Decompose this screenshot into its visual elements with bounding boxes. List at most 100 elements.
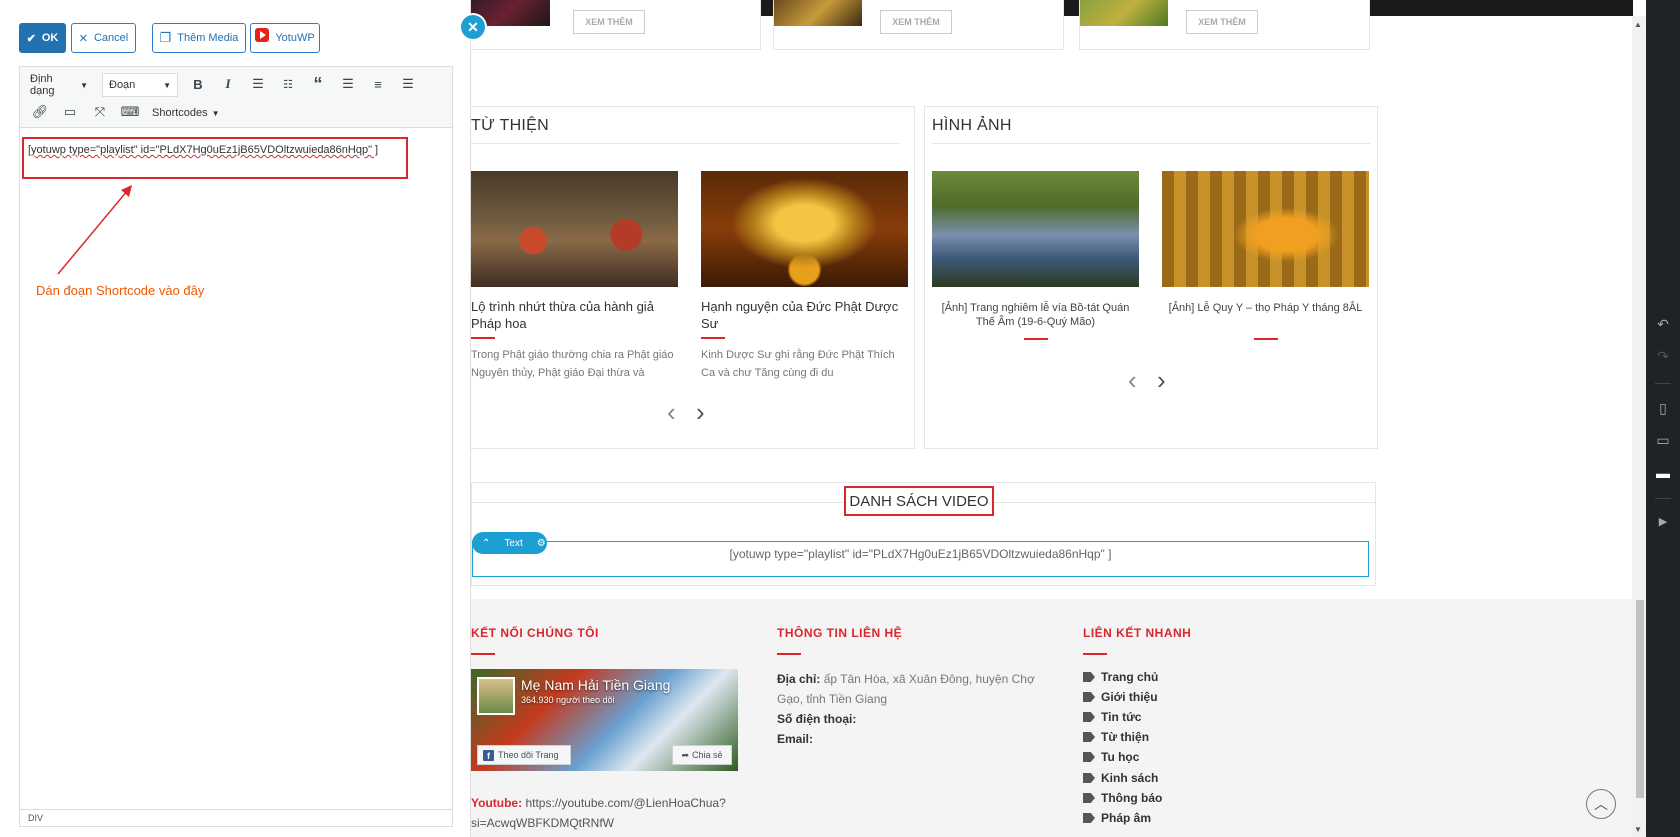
shortcodes-dropdown[interactable]: Shortcodes ▼ (146, 101, 222, 125)
scroll-up-icon[interactable]: ▲ (1634, 20, 1642, 29)
mobile-view-icon[interactable]: ▯ (1646, 400, 1680, 417)
footer-divider (777, 653, 801, 655)
post-divider (1024, 338, 1048, 340)
quick-link[interactable]: Pháp âm (1083, 811, 1151, 825)
facebook-page-card[interactable]: Mẹ Nam Hải Tiền Giang 364.930 người theo… (471, 669, 738, 771)
post-thumbnail[interactable] (471, 171, 678, 287)
quick-link[interactable]: Giới thiệu (1083, 690, 1158, 704)
footer-divider (471, 653, 495, 655)
preview-play-icon[interactable]: ▶ (1646, 515, 1680, 528)
post-thumbnail[interactable] (701, 171, 908, 287)
read-more-button[interactable]: XEM THÊM (1186, 10, 1258, 34)
editor-content-text[interactable]: [yotuwp type="playlist" id="PLdX7Hg0uEz1… (28, 144, 378, 156)
gallery-title[interactable]: [Ảnh] Trang nghiêm lễ vía Bồ-tát Quán Th… (932, 301, 1139, 329)
caret-down-icon: ▼ (80, 80, 88, 90)
format-dropdown[interactable]: Định dạng ▼ (24, 73, 94, 97)
facebook-followers: 364.930 người theo dõi (521, 695, 615, 705)
close-panel-button[interactable]: ✕ (461, 15, 485, 39)
tag-icon (1083, 752, 1095, 762)
scroll-down-icon[interactable]: ▼ (1634, 825, 1642, 834)
close-icon: ✕ (467, 18, 479, 35)
read-more-button[interactable]: XEM THÊM (573, 10, 645, 34)
text-widget-handle[interactable]: ⌃ Text ⚙ (472, 532, 547, 554)
text-widget-content[interactable]: [yotuwp type="playlist" id="PLdX7Hg0uEz1… (472, 547, 1369, 561)
cancel-button[interactable]: ✕ Cancel (71, 23, 136, 53)
caret-down-icon: ▼ (211, 108, 220, 118)
post-title[interactable]: Hạnh nguyện của Đức Phật Dược Sư (701, 298, 908, 332)
footer-connect-heading: KẾT NỐI CHÚNG TÔI (471, 626, 599, 640)
tablet-view-icon[interactable]: ▭ (1646, 432, 1680, 449)
annotation-arrow (57, 185, 132, 275)
tag-icon (1083, 813, 1095, 823)
post-divider (471, 337, 495, 339)
contact-email: Email: (777, 732, 814, 746)
align-right-icon[interactable]: ☰ (397, 73, 419, 95)
chevron-up-icon: ︿ (1594, 796, 1608, 812)
editor-status-path: DIV (19, 809, 453, 827)
quick-link[interactable]: Kinh sách (1083, 771, 1158, 785)
scroll-to-top-button[interactable]: ︿ (1586, 789, 1616, 819)
top-card-1: XEM THÊM (471, 0, 761, 50)
chevron-up-icon[interactable]: ⌃ (482, 538, 490, 549)
quick-link[interactable]: Trang chủ (1083, 670, 1158, 684)
prev-arrow-icon[interactable]: ‹ (1128, 367, 1137, 393)
gallery-title[interactable]: [Ảnh] Lễ Quy Y – thọ Pháp Y tháng 8ÂL (1162, 301, 1369, 315)
tag-icon (1083, 692, 1095, 702)
youtube-icon (255, 28, 270, 42)
bold-icon[interactable]: B (187, 73, 209, 95)
tag-icon (1083, 672, 1095, 682)
page-builder-app: ✔ OK ✕ Cancel ❐ Thêm Media YotuWP Định d… (0, 0, 1680, 837)
blockquote-icon[interactable]: “ (307, 73, 329, 95)
italic-icon[interactable]: I (217, 73, 239, 95)
yotuwp-button[interactable]: YotuWP (250, 23, 320, 53)
gallery-thumbnail[interactable] (1162, 171, 1369, 287)
images-section-title: HÌNH ẢNH (932, 117, 1012, 134)
next-arrow-icon[interactable]: › (1157, 367, 1166, 393)
quick-link[interactable]: Tu học (1083, 750, 1139, 764)
footer-links-heading: LIÊN KẾT NHANH (1083, 626, 1192, 640)
media-icon: ❐ (159, 30, 172, 45)
gallery-thumbnail[interactable] (932, 171, 1139, 287)
redo-icon[interactable]: ↷ (1646, 348, 1680, 365)
top-card-image (774, 0, 862, 26)
tag-icon (1083, 712, 1095, 722)
text-editor-panel: ✔ OK ✕ Cancel ❐ Thêm Media YotuWP Định d… (0, 0, 471, 837)
desktop-view-icon[interactable]: ▬ (1646, 465, 1680, 481)
link-icon[interactable]: 🔗︎ (29, 101, 51, 123)
quick-link[interactable]: Thông báo (1083, 791, 1162, 805)
gear-icon[interactable]: ⚙ (537, 538, 546, 549)
align-left-icon[interactable]: ☰ (337, 73, 359, 95)
next-arrow-icon[interactable]: › (696, 399, 705, 425)
post-excerpt: Trong Phật giáo thường chia ra Phật giáo… (471, 349, 674, 379)
facebook-follow-button[interactable]: f Theo dõi Trang (477, 745, 571, 765)
facebook-page-name[interactable]: Mẹ Nam Hải Tiền Giang (521, 677, 670, 693)
top-card-image (1080, 0, 1168, 26)
ok-button[interactable]: ✔ OK (19, 23, 66, 53)
undo-icon[interactable]: ↶ (1646, 316, 1680, 333)
builder-side-toolbar: ↶ ↷ ▯ ▭ ▬ ▶ (1646, 0, 1680, 837)
keyboard-icon[interactable]: ⌨ (119, 101, 141, 123)
numbered-list-icon[interactable]: ☷ (277, 73, 299, 95)
quick-link[interactable]: Tin tức (1083, 710, 1141, 724)
fullscreen-icon[interactable]: ⤧ (89, 101, 111, 123)
editor-toolbar: Định dạng ▼ Đoạn ▼ B I ☰ ☷ “ ☰ ≡ ☰ 🔗︎ ▭ ⤧ … (19, 66, 453, 128)
divider (1655, 498, 1671, 499)
prev-arrow-icon[interactable]: ‹ (667, 399, 676, 425)
scrollbar-thumb[interactable] (1636, 600, 1644, 798)
add-media-button[interactable]: ❐ Thêm Media (152, 23, 246, 53)
quick-link[interactable]: Từ thiện (1083, 730, 1149, 744)
divider (932, 143, 1370, 144)
contact-phone: Số điện thoại: (777, 712, 857, 726)
footer-divider (1083, 653, 1107, 655)
video-list-section: DANH SÁCH VIDEO [yotuwp type="playlist" … (471, 482, 1376, 586)
post-title[interactable]: Lộ trình nhứt thừa của hành giả Pháp hoa (471, 298, 678, 332)
read-more-button[interactable]: XEM THÊM (880, 10, 952, 34)
video-section-title: DANH SÁCH VIDEO (844, 486, 994, 516)
read-more-icon[interactable]: ▭ (59, 101, 81, 123)
align-center-icon[interactable]: ≡ (367, 73, 389, 95)
youtube-link[interactable]: Youtube: https://youtube.com/@LienHoaChu… (471, 793, 741, 833)
facebook-share-button[interactable]: ➦ Chia sẻ (672, 745, 732, 765)
divider (471, 143, 899, 144)
paragraph-dropdown[interactable]: Đoạn ▼ (102, 73, 178, 97)
bullet-list-icon[interactable]: ☰ (247, 73, 269, 95)
